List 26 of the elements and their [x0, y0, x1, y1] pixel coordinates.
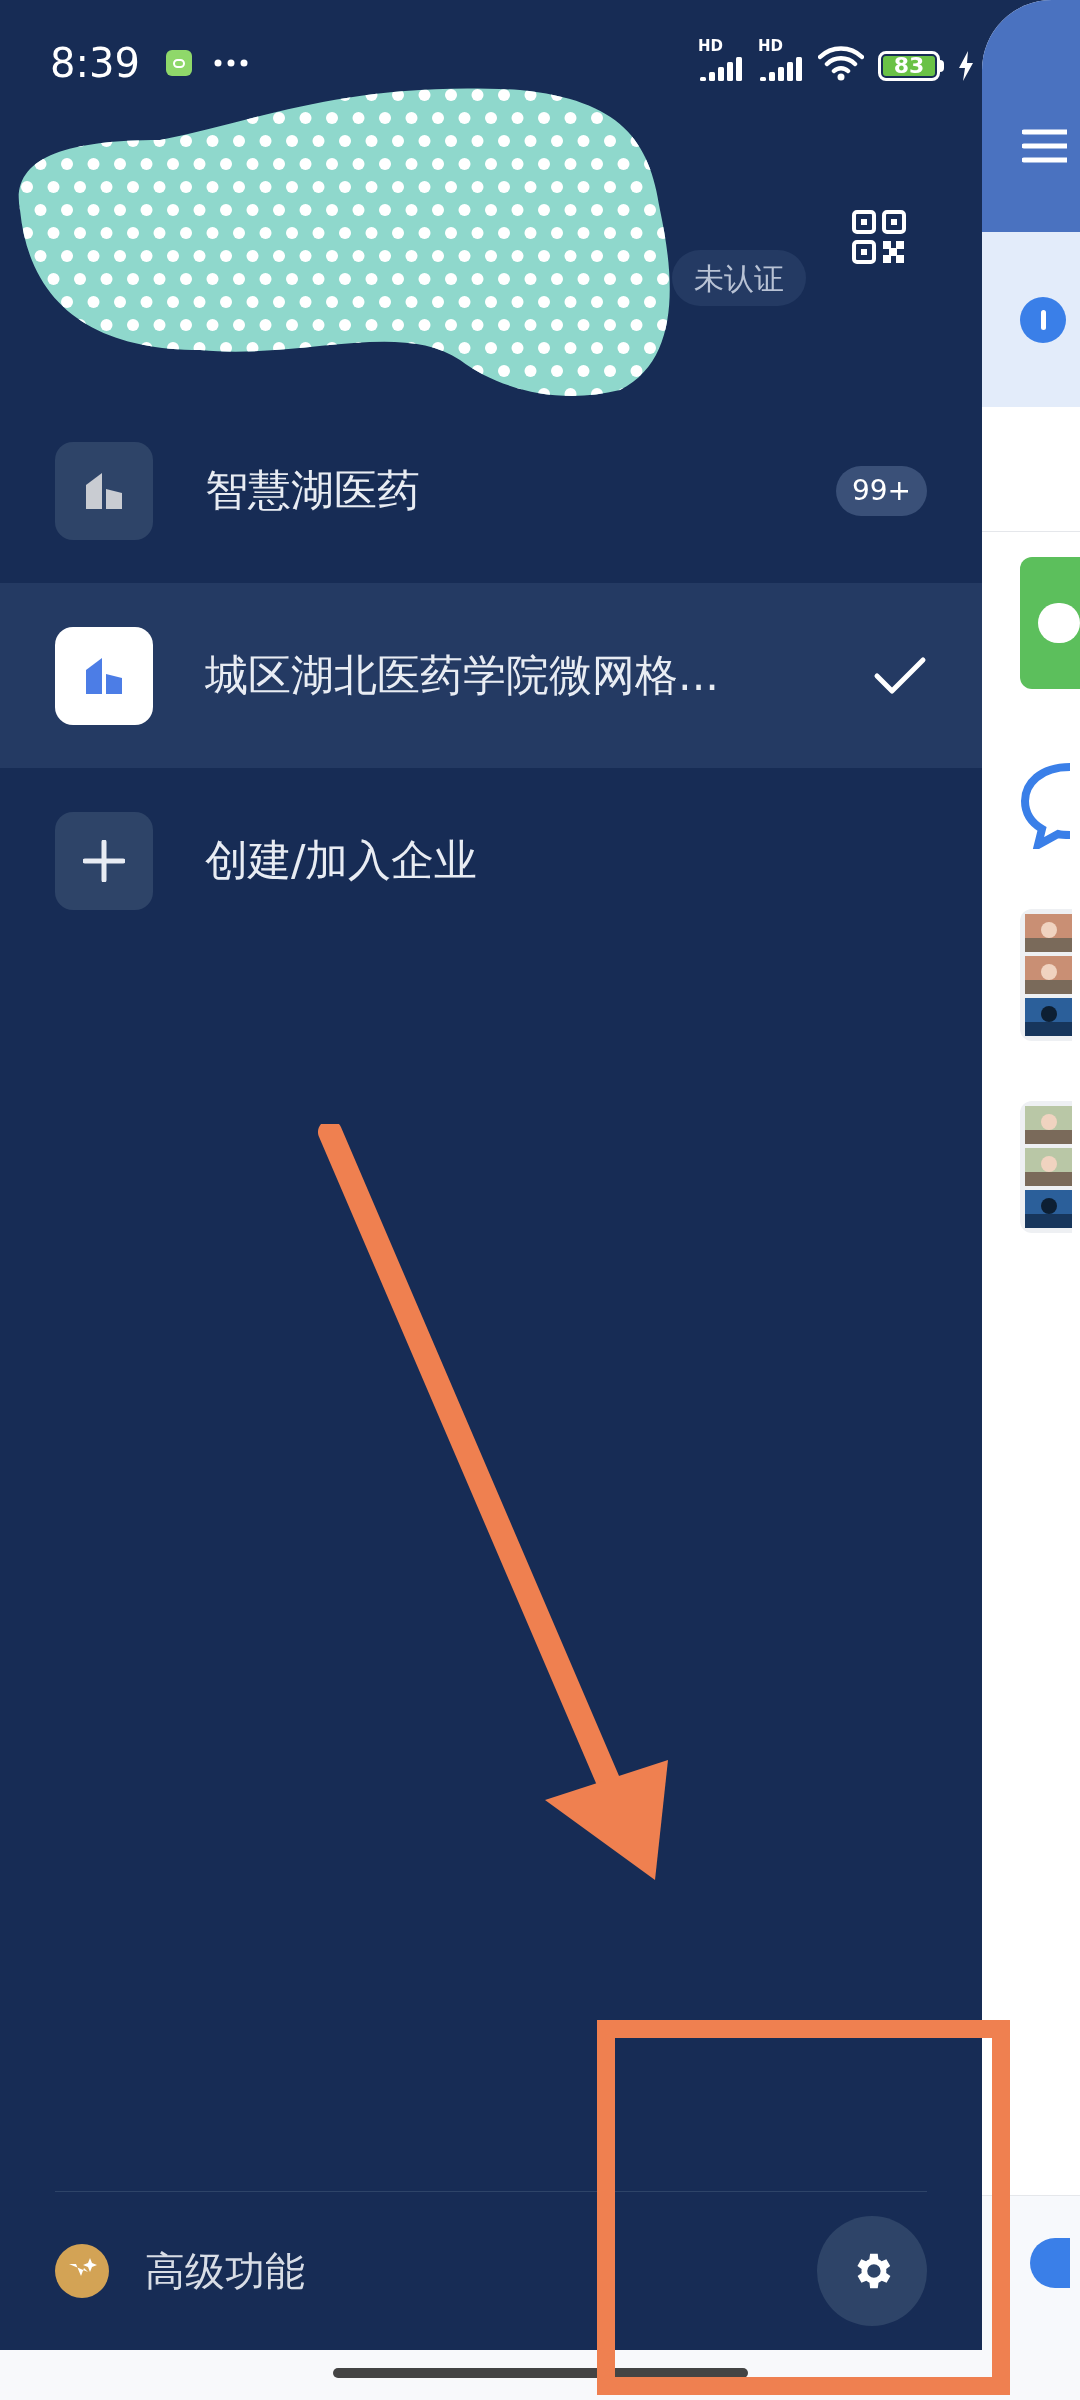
more-icon: [213, 59, 248, 67]
info-icon: [1020, 296, 1066, 343]
enterprise-name: 创建/加入企业: [205, 834, 478, 888]
verification-status: 未认证: [672, 250, 806, 306]
checkmark-icon: [873, 655, 927, 696]
unread-count: 99+: [835, 465, 927, 516]
enterprise-item[interactable]: 城区湖北医药学院微网格...: [0, 583, 982, 768]
chat-app-tile[interactable]: [1020, 557, 1080, 689]
gesture-bar[interactable]: [332, 2368, 748, 2378]
wifi-icon: [818, 45, 864, 81]
premium-icon: [55, 2244, 109, 2298]
network-type: HD: [758, 39, 783, 54]
menu-icon[interactable]: [1022, 128, 1067, 164]
nav-tab-icon[interactable]: [1030, 2238, 1070, 2288]
network-type: HD: [698, 39, 723, 54]
battery-indicator: 83: [878, 51, 944, 81]
app-notification-icon: [165, 50, 192, 76]
building-icon: [84, 655, 124, 696]
premium-features-label[interactable]: 高级功能: [145, 2241, 305, 2301]
status-time: 8:39: [50, 39, 140, 88]
building-icon: [84, 470, 124, 511]
plus-icon: [83, 839, 125, 882]
enterprise-name: 城区湖北医药学院微网格...: [205, 649, 719, 703]
charging-icon: [958, 51, 974, 81]
qr-code-icon[interactable]: [852, 210, 906, 264]
enterprise-name: 智慧湖医药: [205, 464, 420, 518]
